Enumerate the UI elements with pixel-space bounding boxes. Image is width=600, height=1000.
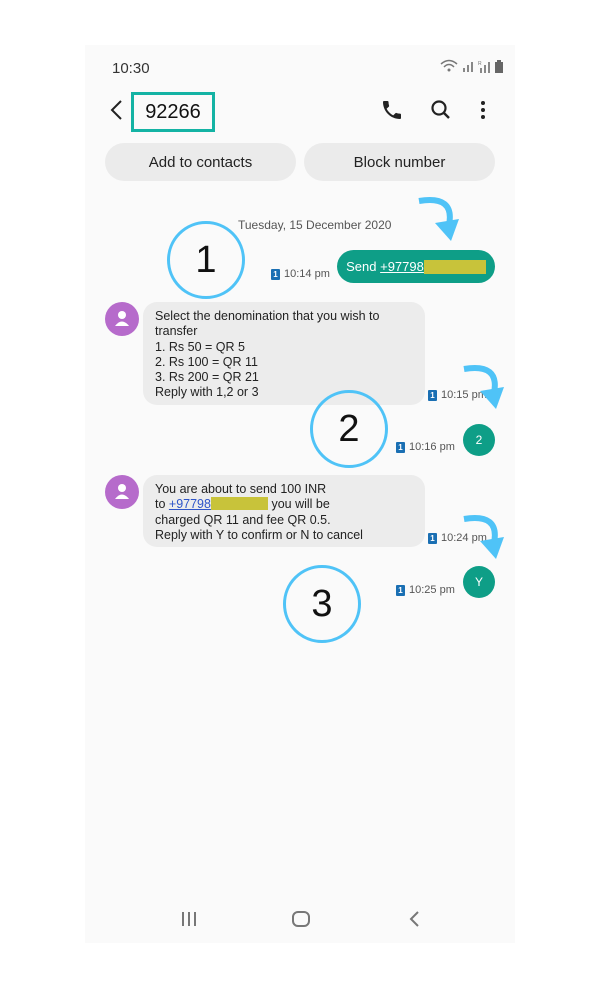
step-1-annotation: 1	[167, 221, 245, 299]
sim-icon: 1	[396, 441, 405, 453]
navigation-bar	[85, 895, 515, 943]
battery-icon	[495, 59, 503, 73]
sim-icon: 1	[428, 532, 437, 544]
message-text: Send	[346, 259, 381, 274]
message-meta: 1 10:14 pm	[271, 268, 330, 280]
annotation-arrow-icon	[463, 515, 504, 559]
annotation-arrow-icon	[418, 197, 459, 241]
message-line: You are about to send 100 INR	[155, 482, 327, 496]
phone-screen: 10:30 R 92266 Add to contacts Block numb…	[85, 45, 515, 943]
person-icon	[115, 484, 129, 499]
message-time: 10:14 pm	[284, 268, 330, 280]
phone-icon[interactable]	[380, 98, 404, 122]
message-line: Reply with Y to confirm or N to cancel	[155, 527, 363, 542]
conversation-title: 92266	[131, 92, 215, 132]
wifi-icon	[440, 59, 458, 72]
annotation-arrow-icon	[463, 365, 504, 409]
sent-message-bubble[interactable]: Send +97798	[337, 250, 495, 283]
message-line: 1. Rs 50 = QR 5	[155, 339, 245, 354]
sim-icon: 1	[428, 389, 437, 401]
top-app-bar: 92266	[85, 90, 515, 132]
signal-icon	[463, 62, 473, 72]
message-text: you will be	[267, 497, 330, 512]
message-meta: 1 10:16 pm	[396, 441, 455, 453]
back-arrow-icon[interactable]	[107, 98, 127, 122]
phone-number-link[interactable]: +97798	[169, 497, 211, 511]
status-icons: R	[440, 59, 503, 73]
more-vert-icon[interactable]	[471, 98, 495, 122]
sent-message-bubble[interactable]: Y	[463, 566, 495, 598]
avatar[interactable]	[105, 302, 139, 336]
message-time: 10:25 pm	[409, 584, 455, 596]
svg-text:R: R	[478, 61, 482, 67]
message-line: charged QR 11 and fee QR 0.5.	[155, 512, 331, 527]
message-line: Select the denomination that you wish to	[155, 309, 380, 323]
avatar[interactable]	[105, 475, 139, 509]
search-icon[interactable]	[429, 98, 453, 122]
phone-number-link[interactable]: +97798	[380, 259, 424, 274]
message-line: transfer	[155, 324, 198, 339]
status-time: 10:30	[112, 60, 150, 77]
back-icon[interactable]	[403, 909, 427, 929]
recent-apps-icon[interactable]	[177, 909, 201, 929]
home-icon[interactable]	[289, 909, 313, 929]
person-icon	[115, 311, 129, 326]
add-to-contacts-button[interactable]: Add to contacts	[105, 143, 296, 181]
received-message-bubble[interactable]: You are about to send 100 INR to +97798 …	[143, 475, 425, 547]
message-text: to	[155, 497, 169, 512]
block-number-button[interactable]: Block number	[304, 143, 495, 181]
redacted-number	[423, 259, 486, 274]
sent-message-bubble[interactable]: 2	[463, 424, 495, 456]
roaming-signal-icon: R	[478, 61, 490, 73]
received-message-bubble[interactable]: Select the denomination that you wish to…	[143, 302, 425, 405]
sim-icon: 1	[271, 268, 280, 280]
step-3-annotation: 3	[283, 565, 361, 643]
date-divider: Tuesday, 15 December 2020	[238, 218, 392, 232]
message-line: 3. Rs 200 = QR 21	[155, 370, 259, 385]
message-meta: 1 10:25 pm	[396, 584, 455, 596]
sim-icon: 1	[396, 584, 405, 596]
redacted-number	[210, 497, 268, 511]
message-line: 2. Rs 100 = QR 11	[155, 354, 258, 369]
message-line: to +97798 you will be	[155, 497, 413, 512]
message-time: 10:16 pm	[409, 441, 455, 453]
step-2-annotation: 2	[310, 390, 388, 468]
